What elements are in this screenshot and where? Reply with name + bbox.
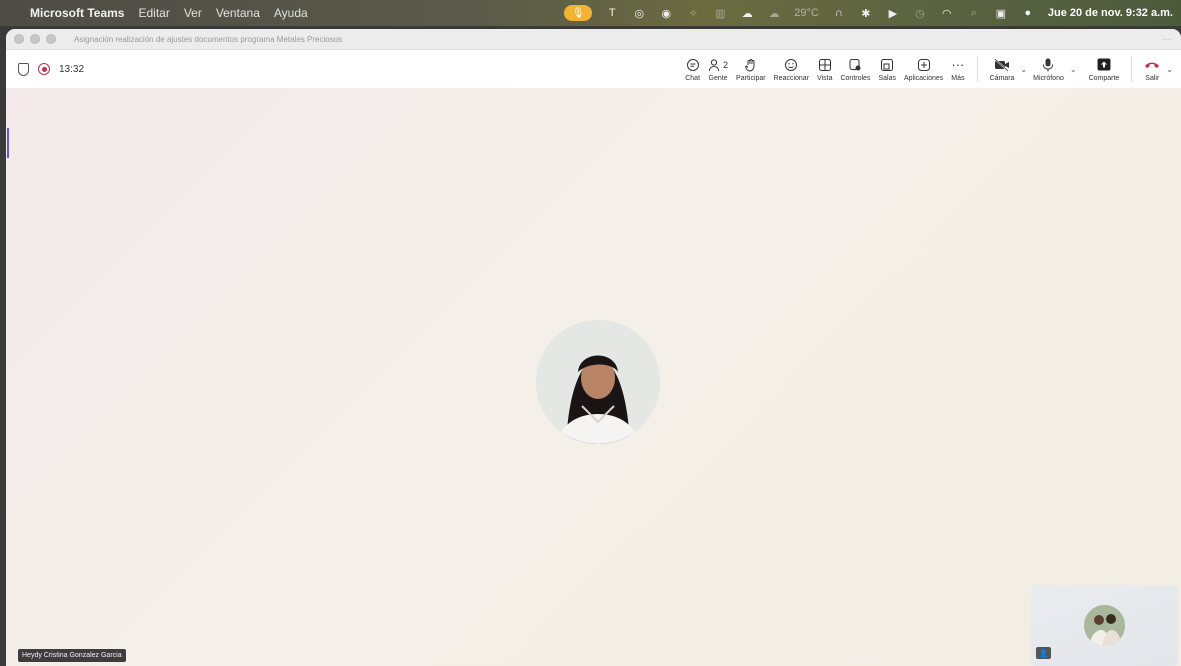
mic-in-use-icon[interactable]: 🎙: [564, 5, 593, 21]
participant-avatar[interactable]: [536, 320, 660, 444]
more-button[interactable]: ··· Más: [947, 50, 968, 88]
people-count: 2: [723, 59, 729, 70]
leave-options-chevron-icon[interactable]: ⌄: [1164, 65, 1175, 74]
more-icon: ···: [951, 57, 965, 72]
react-button[interactable]: Reaccionar: [770, 50, 813, 88]
microphone-icon: [1042, 57, 1054, 73]
teams-meeting-window: Asignación realización de ajustes docume…: [6, 29, 1181, 666]
rooms-label: Salas: [878, 74, 896, 82]
menu-editar[interactable]: Editar: [138, 6, 169, 20]
shield-icon[interactable]: [18, 62, 29, 76]
menu-bar-status: 🎙 T ◎ ◉ ✧ ▥ ☁ ☁ 29°C ∩ ✱ ▶ ◷ ◠ ⌕ ▣ ● Jue…: [564, 5, 1181, 21]
view-label: Vista: [817, 74, 833, 82]
rooms-icon: [880, 57, 894, 73]
window-title: Asignación realización de ajustes docume…: [74, 34, 343, 44]
wifi-icon[interactable]: ◠: [940, 7, 954, 20]
smile-icon: [784, 57, 798, 73]
window-more-icon[interactable]: ···: [1162, 34, 1171, 44]
menu-ventana[interactable]: Ventana: [216, 6, 260, 20]
participant-name-tag: Heydy Cristina Gonzalez Garcia: [18, 649, 126, 662]
play-icon[interactable]: ▶: [886, 7, 900, 20]
view-button[interactable]: Vista: [813, 50, 836, 88]
add-app-icon: [917, 57, 931, 73]
hand-icon: [744, 57, 758, 73]
share-button[interactable]: Comparte: [1085, 50, 1124, 88]
menu-clock[interactable]: Jue 20 de nov. 9:32 a.m.: [1048, 7, 1173, 19]
leave-label: Salir: [1145, 74, 1160, 82]
mic-button[interactable]: Micrófono: [1029, 50, 1068, 88]
leave-button[interactable]: Salir: [1140, 50, 1164, 88]
bell-icon[interactable]: ◎: [632, 7, 646, 20]
spotlight-icon[interactable]: ⌕: [967, 7, 981, 19]
share-screen-icon: [1097, 57, 1111, 73]
camera-label: Cámara: [989, 74, 1015, 82]
controls-button[interactable]: Controles: [836, 50, 874, 88]
stage-accent-bar: [7, 128, 9, 158]
grid-view-icon: [818, 57, 832, 73]
cloud-app-icon[interactable]: ☁: [740, 7, 754, 20]
react-label: Reaccionar: [773, 74, 810, 82]
control-center-icon[interactable]: ▣: [994, 7, 1008, 20]
close-window-button[interactable]: [14, 34, 24, 44]
apps-button[interactable]: Aplicaciones: [900, 50, 947, 88]
people-button[interactable]: 2 Gente: [704, 50, 732, 88]
self-photo: [1084, 605, 1125, 646]
zoom-window-button[interactable]: [46, 34, 56, 44]
meeting-stage: Heydy Cristina Gonzalez Garcia 👤: [6, 88, 1181, 666]
rooms-button[interactable]: Salas: [874, 50, 900, 88]
meeting-timer: 13:32: [59, 63, 85, 75]
people-icon: 2: [708, 57, 728, 73]
menu-app-name[interactable]: Microsoft Teams: [30, 6, 124, 20]
recording-icon[interactable]: [38, 63, 50, 75]
camera-off-icon: [994, 57, 1010, 73]
more-label: Más: [951, 74, 965, 82]
apps-label: Aplicaciones: [903, 74, 944, 82]
sync-icon[interactable]: ◉: [659, 7, 673, 20]
mic-options-chevron-icon[interactable]: ⌄: [1068, 65, 1079, 74]
chat-button[interactable]: Chat: [681, 50, 704, 88]
chat-icon: [686, 57, 700, 73]
siri-icon[interactable]: ●: [1021, 7, 1035, 19]
self-view-tile[interactable]: 👤: [1031, 585, 1178, 666]
toolbar-divider: [976, 56, 978, 82]
menu-ver[interactable]: Ver: [184, 6, 202, 20]
macos-menu-bar: Microsoft Teams Editar Ver Ventana Ayuda…: [0, 0, 1181, 26]
raise-hand-button[interactable]: Participar: [732, 50, 770, 88]
weather-temp[interactable]: 29°C: [794, 7, 819, 19]
shortcut-icon[interactable]: ✧: [686, 7, 700, 20]
timer-icon[interactable]: ◷: [913, 7, 927, 20]
minimize-window-button[interactable]: [30, 34, 40, 44]
controls-icon: [848, 57, 862, 73]
self-view-person-icon[interactable]: 👤: [1036, 647, 1051, 659]
wifi-bars-icon[interactable]: ▥: [713, 7, 727, 20]
window-titlebar: Asignación realización de ajustes docume…: [6, 29, 1181, 50]
hang-up-icon: [1144, 57, 1160, 73]
meeting-toolbar: 13:32 Chat 2 Gente Participar Reaccionar…: [6, 50, 1181, 89]
chat-label: Chat: [685, 74, 701, 82]
raise-hand-label: Participar: [736, 74, 766, 82]
teams-tray-icon[interactable]: T: [605, 7, 619, 19]
people-label: Gente: [708, 74, 728, 82]
mic-label: Micrófono: [1033, 74, 1064, 82]
menu-bar-left: Microsoft Teams Editar Ver Ventana Ayuda: [0, 6, 308, 20]
meeting-controls: Chat 2 Gente Participar Reaccionar Vista…: [681, 50, 1175, 88]
weather-icon[interactable]: ☁: [767, 7, 781, 20]
self-avatar: [1084, 605, 1125, 646]
controls-label: Controles: [840, 74, 871, 82]
share-label: Comparte: [1088, 74, 1120, 82]
meeting-status: 13:32: [6, 62, 85, 76]
headphones-icon[interactable]: ∩: [832, 7, 846, 19]
toolbar-divider-2: [1131, 56, 1133, 82]
camera-button[interactable]: Cámara: [986, 50, 1019, 88]
menu-ayuda[interactable]: Ayuda: [274, 6, 308, 20]
participant-photo: [536, 320, 660, 444]
camera-options-chevron-icon[interactable]: ⌄: [1018, 65, 1029, 74]
bluetooth-icon[interactable]: ✱: [859, 7, 873, 20]
